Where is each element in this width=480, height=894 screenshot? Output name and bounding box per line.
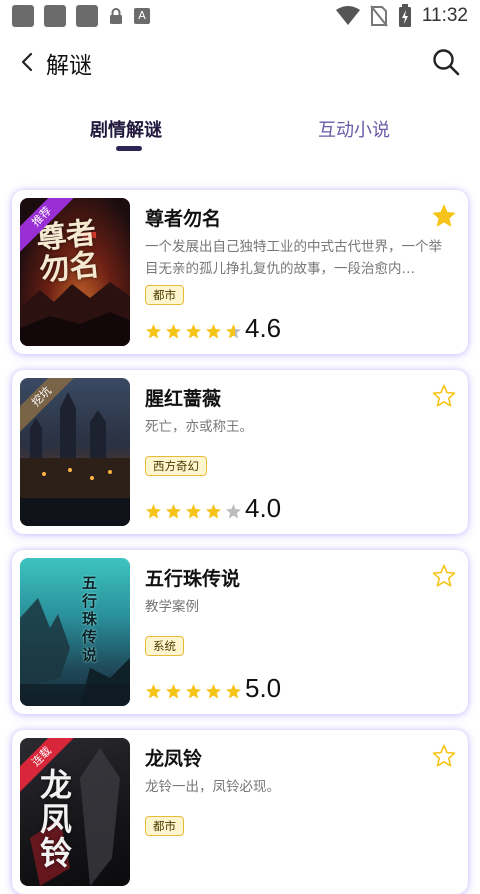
book-cover: 五行珠传说 [20,558,130,706]
book-title: 腥红蔷薇 [145,388,222,410]
ribbon-label: 挖坑 [20,378,79,434]
genre-tag: 西方奇幻 [145,456,207,476]
rating-stars [145,503,242,520]
rating-value: 4.6 [245,313,282,343]
rating-stars [145,323,242,340]
favorite-star-outline-icon[interactable] [432,564,456,588]
book-description: 一个发展出自己独特工业的中式古代世界，一个举目无亲的孤儿挣扎复仇的故事，一段治愈… [145,239,442,277]
status-bar: A 11:32 [0,0,480,34]
star-full-icon [206,504,221,519]
ribbon-label: 连载 [20,738,79,794]
ribbon: 连载 [20,738,80,798]
app-notification-icon [76,5,98,27]
rating-value: 4.0 [245,493,282,523]
tab-interactive-fiction[interactable]: 互动小说 [318,116,390,142]
star-full-icon [206,324,221,339]
star-full-icon [146,684,161,699]
book-card[interactable]: 五行珠传说 五行珠传说 教学案例 系统 5.0 [12,550,468,714]
book-cover: 挖坑 [20,378,130,526]
star-full-icon [166,684,181,699]
star-full-icon [186,684,201,699]
clock-time: 11:32 [421,5,468,26]
top-bar: 解谜 [0,40,480,88]
book-cover: 尊者勿名 推荐 [20,198,130,346]
battery-charging-icon [398,4,411,27]
wifi-icon [335,6,360,25]
book-title: 尊者勿名 [145,208,222,230]
favorite-star-outline-icon[interactable] [432,744,456,768]
book-cover: 龙凤铃 连载 [20,738,130,886]
star-full-icon [226,684,241,699]
ribbon: 推荐 [20,198,80,258]
star-full-icon [146,504,161,519]
book-description: 死亡，亦或称王。 [145,419,253,435]
star-full-icon [146,324,161,339]
favorite-star-outline-icon[interactable] [432,384,456,408]
genre-tag: 都市 [145,285,184,305]
page-title: 解谜 [46,53,92,79]
book-card[interactable]: 尊者勿名 推荐 尊者勿名 一个发展出自己独特工业的中式古代世界，一个举目无亲的孤… [12,190,468,354]
category-tabs: 剧情解谜 互动小说 [0,112,480,162]
star-empty-icon [226,504,241,519]
star-half-icon [226,324,241,339]
cover-art [20,598,130,706]
star-full-icon [186,324,201,339]
genre-tag: 都市 [145,816,184,836]
tab-story-puzzle[interactable]: 剧情解谜 [90,116,162,142]
lock-icon [110,8,122,24]
rating-stars [145,683,242,700]
tab-active-indicator [116,146,142,151]
book-description: 教学案例 [145,599,199,615]
book-title: 龙凤铃 [145,748,203,770]
favorite-star-icon[interactable] [432,204,456,228]
ribbon: 挖坑 [20,378,80,438]
back-arrow-icon[interactable] [14,48,42,76]
star-full-icon [166,504,181,519]
cover-title: 五行珠传说 [82,574,98,664]
star-full-icon [186,504,201,519]
book-card[interactable]: 龙凤铃 连载 龙凤铃 龙铃一出，凤铃必现。 都市 [12,730,468,894]
rating-value: 5.0 [245,673,282,703]
keyboard-icon: A [134,8,150,24]
genre-tag: 系统 [145,636,184,656]
app-notification-icon [12,5,34,27]
book-description: 龙铃一出，凤铃必现。 [145,779,280,795]
star-full-icon [166,324,181,339]
book-card[interactable]: 挖坑 腥红蔷薇 死亡，亦或称王。 西方奇幻 4.0 [12,370,468,534]
ribbon-label: 推荐 [20,198,79,254]
star-full-icon [206,684,221,699]
book-title: 五行珠传说 [145,568,241,590]
app-notification-icon [44,5,66,27]
search-icon[interactable] [430,46,462,78]
no-sim-icon [370,5,388,27]
